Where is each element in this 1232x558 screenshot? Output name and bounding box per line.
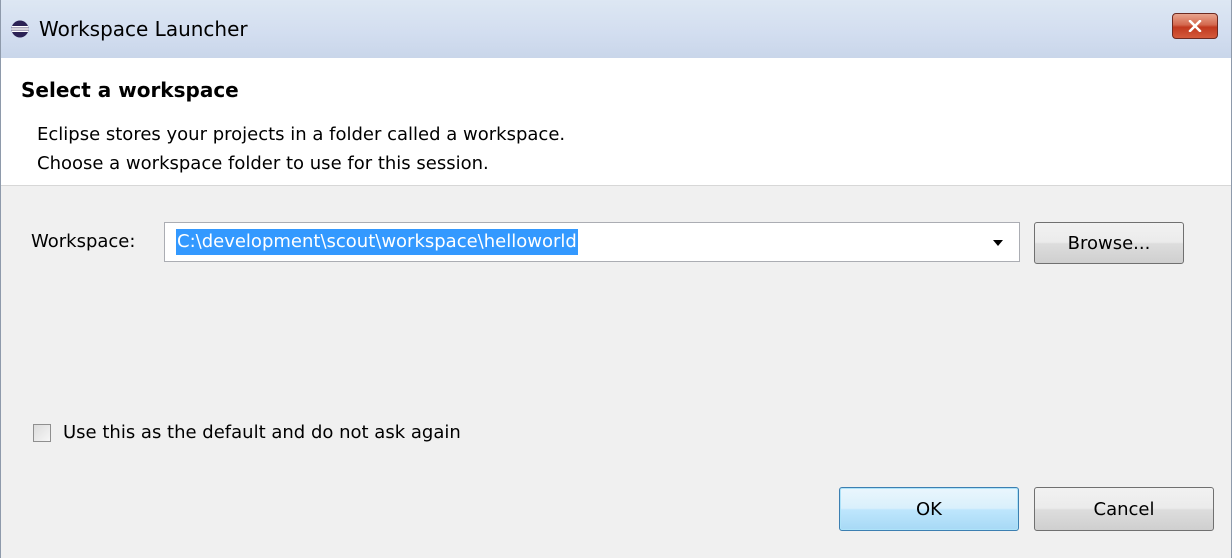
description-line-2: Choose a workspace folder to use for thi… — [37, 153, 489, 174]
chevron-down-icon[interactable] — [993, 240, 1003, 246]
ok-button[interactable]: OK — [839, 487, 1019, 531]
header-banner: Select a workspace Eclipse stores your p… — [1, 58, 1231, 186]
window-title: Workspace Launcher — [39, 17, 248, 41]
workspace-label: Workspace: — [31, 231, 136, 252]
workspace-path-value[interactable]: C:\development\scout\workspace\helloworl… — [176, 229, 578, 255]
close-button[interactable] — [1172, 13, 1218, 39]
dialog-heading: Select a workspace — [21, 78, 239, 102]
description-line-1: Eclipse stores your projects in a folder… — [37, 124, 566, 145]
default-checkbox[interactable] — [33, 424, 51, 442]
default-checkbox-label[interactable]: Use this as the default and do not ask a… — [63, 421, 461, 445]
eclipse-icon — [11, 20, 29, 38]
close-icon — [1188, 20, 1202, 32]
workspace-launcher-dialog: Workspace Launcher Select a workspace Ec… — [0, 0, 1232, 558]
browse-button[interactable]: Browse... — [1034, 222, 1184, 264]
workspace-combobox[interactable]: C:\development\scout\workspace\helloworl… — [164, 222, 1020, 262]
cancel-button[interactable]: Cancel — [1034, 487, 1214, 531]
title-bar[interactable]: Workspace Launcher — [1, 0, 1231, 58]
